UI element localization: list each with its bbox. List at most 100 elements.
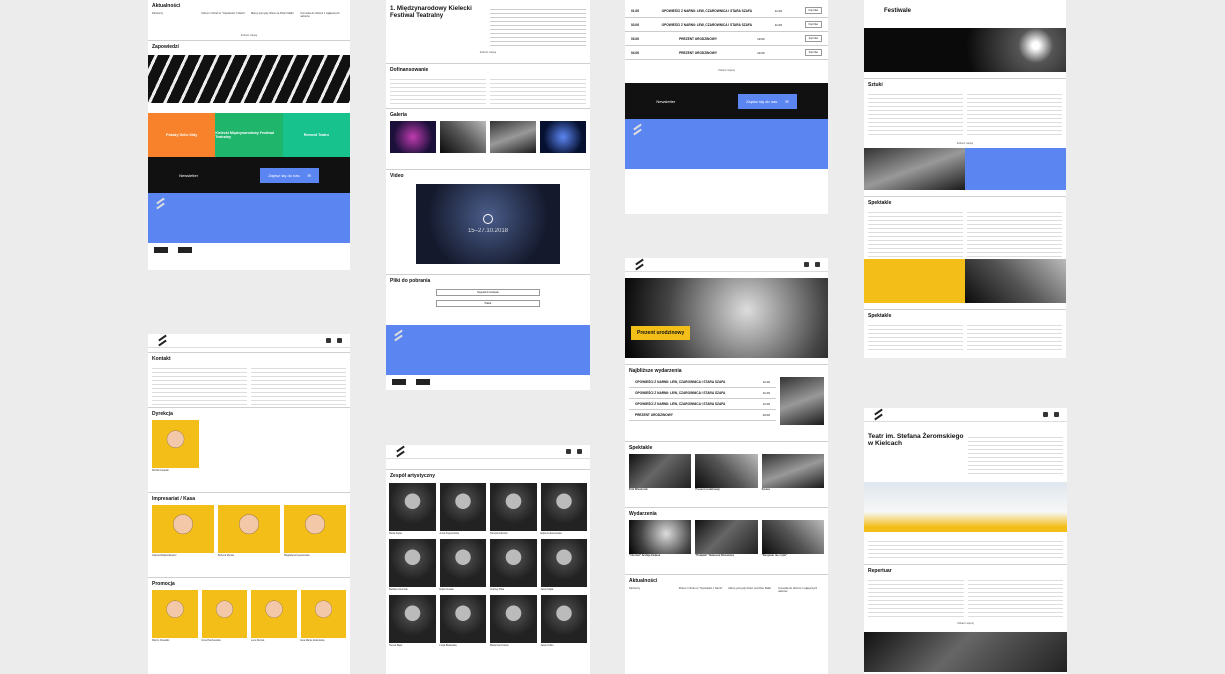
avatar [439, 539, 486, 587]
buy-ticket-button[interactable]: Kup bilet [804, 7, 822, 14]
contact-info [148, 363, 350, 407]
buy-ticket-button[interactable]: Kup bilet [804, 35, 822, 42]
page-preview-theater: Teatr im. Stefana Żeromskiego w Kielcach… [864, 408, 1067, 674]
promo-tile[interactable]: Kielecki Międzynarodowy Festiwal Teatral… [215, 113, 283, 158]
funding-logos [386, 74, 590, 108]
news-item[interactable]: Partnerzy [629, 587, 675, 594]
event-image[interactable] [780, 377, 824, 425]
promo-tile[interactable]: Pokaży Gelio Kidy [148, 113, 216, 158]
newsletter-bar: Newsletter Zapisz się do nas ✉ [148, 157, 350, 194]
menu-icon[interactable] [1054, 412, 1059, 417]
festival-image[interactable] [864, 28, 1066, 73]
show-card[interactable]: Prezent urodzinowy [695, 454, 758, 491]
avatar [490, 483, 537, 531]
person-card: Michał Kotański [148, 418, 203, 474]
publication-card[interactable]: "Pułapka" Tadeusza Różewicza [695, 520, 758, 557]
team-member[interactable]: Barbara Gierczak [389, 539, 436, 591]
news-item[interactable]: Dzieci z Ubrań to "Opowieści z Narnii" [202, 12, 248, 29]
event-row[interactable]: 03.06 OPOWIEŚCI Z NARNII: LEW, CZAROWNICA… [625, 18, 828, 32]
event-row[interactable]: 03.06 PREZENT URODZINOWY 19:00 Kup bilet [625, 32, 828, 46]
sponsor-logo [178, 247, 192, 254]
see-more-link[interactable]: Zobacz więcej [864, 139, 1066, 148]
see-more-link[interactable]: Zobacz więcej [148, 31, 350, 40]
announcements-heading: Zapowiedzi [148, 40, 350, 51]
team-member[interactable]: Łucja Bielawska [439, 595, 486, 647]
subscribe-button[interactable]: Zapisz się do nas ✉ [260, 167, 319, 183]
contact-heading: Kontakt [148, 352, 350, 363]
avatar [300, 590, 346, 638]
logo-icon[interactable] [633, 260, 647, 270]
team-member[interactable]: Edyta Łukaszewska [540, 483, 587, 535]
menu-icon[interactable] [337, 338, 342, 343]
team-heading: Zespół artystyczny [386, 469, 590, 480]
news-item[interactable]: Komedia do złożoni z najlepszych aktorów [778, 587, 824, 594]
buy-ticket-button[interactable]: Kup bilet [804, 21, 822, 28]
art-image[interactable] [864, 148, 965, 191]
play-icon[interactable] [483, 214, 493, 224]
show-card[interactable]: Król Wiewiórek [629, 454, 692, 491]
avatar [201, 590, 247, 638]
publication-card[interactable]: "Bergman nie z tyłu" [761, 520, 824, 557]
upcoming-list: OPOWIEŚCI Z NARNII: LEW, CZAROWNICA I ST… [629, 377, 776, 425]
show-image [629, 454, 692, 488]
shows-image[interactable] [965, 259, 1066, 304]
gallery-thumb[interactable] [440, 121, 486, 153]
see-more-link[interactable]: Zobacz więcej [386, 48, 590, 57]
repertoire-image[interactable] [864, 632, 1067, 672]
show-card[interactable]: Zaraza [761, 454, 824, 491]
download-button[interactable]: Plakat [436, 300, 540, 307]
buy-ticket-button[interactable]: Kup bilet [804, 49, 822, 56]
menu-icon[interactable] [815, 262, 820, 267]
envelope-icon: ✉ [307, 172, 311, 178]
team-member[interactable]: Anna Pogorzelska [439, 483, 486, 535]
news-item[interactable]: Komedia do złożoni z najlepszych aktorów [301, 12, 347, 29]
see-more-link[interactable]: Zobacz więcej [864, 619, 1067, 628]
logo-icon[interactable] [394, 447, 408, 457]
gallery-thumb[interactable] [390, 121, 436, 153]
news-item[interactable]: Dzieci z Ubrań to "Opowieści z Narnii" [679, 587, 725, 594]
team-member[interactable]: Andrzej Plata [490, 539, 537, 591]
event-row[interactable]: OPOWIEŚCI Z NARNII: LEW, CZAROWNICA I ST… [629, 388, 776, 399]
search-icon[interactable] [566, 449, 571, 454]
publication-card[interactable]: "Internat" Serhija Żadana [629, 520, 692, 557]
team-member[interactable]: Maria Kaczmarek [490, 595, 537, 647]
see-more-link[interactable]: Zobacz więcej [625, 66, 828, 75]
promo-tile[interactable]: Remont Teatru [282, 113, 350, 158]
menu-icon[interactable] [577, 449, 582, 454]
event-row[interactable]: OPOWIEŚCI Z NARNII: LEW, CZAROWNICA I ST… [629, 399, 776, 410]
page-preview-home: Aktualności Partnerzy Dzieci z Ubrań to … [148, 0, 350, 270]
subscribe-button[interactable]: Zapisz się do nas ✉ [738, 93, 797, 109]
team-member[interactable]: Edyta Nowak [439, 539, 486, 591]
search-icon[interactable] [804, 262, 809, 267]
logo-icon[interactable] [156, 336, 170, 346]
video-player[interactable]: 15–27.10.2018 [416, 184, 560, 264]
logo-icon[interactable] [872, 410, 886, 420]
download-button[interactable]: Regulamin festiwalu [436, 289, 540, 296]
page-preview-team: Zespół artystyczny Marta Zięba Anna Pogo… [386, 445, 590, 674]
event-row[interactable]: 01.06 OPOWIEŚCI Z NARNII: LEW, CZAROWNICA… [625, 4, 828, 18]
hero-image[interactable]: Prezent urodzinowy [625, 278, 828, 358]
announcement-banner[interactable] [148, 55, 350, 104]
page-preview-show: Prezent urodzinowy Najbliższe wydarzenia… [625, 258, 828, 674]
news-list: Partnerzy Dzieci z Ubrań to "Opowieści z… [625, 585, 828, 596]
search-icon[interactable] [326, 338, 331, 343]
shows2-heading: Spektakle [864, 309, 1066, 320]
video-date: 15–27.10.2018 [467, 228, 509, 234]
person-card: Ilona Paczkowska [201, 590, 247, 642]
event-row[interactable]: 04.06 PREZENT URODZINOWY 19:00 Kup bilet [625, 46, 828, 60]
team-member[interactable]: Teresa Bajor [389, 595, 436, 647]
team-member[interactable]: Marta Zięba [389, 483, 436, 535]
team-member[interactable]: Jacek Mąka [540, 539, 587, 591]
news-item[interactable]: Mamy pomysły dzieci na Dzień Matki [251, 12, 297, 29]
event-row[interactable]: PREZENT URODZINOWY 19:00 [629, 410, 776, 421]
search-icon[interactable] [1043, 412, 1048, 417]
team-member[interactable]: Jacek Kubis [540, 595, 587, 647]
event-row[interactable]: OPOWIEŚCI Z NARNII: LEW, CZAROWNICA I ST… [629, 377, 776, 388]
team-member[interactable]: Tamara Kaliszek [490, 483, 537, 535]
theater-image[interactable] [864, 482, 1067, 532]
gallery-thumb[interactable] [490, 121, 536, 153]
avatar [284, 505, 346, 553]
news-item[interactable]: Partnerzy [152, 12, 198, 29]
gallery-thumb[interactable] [540, 121, 586, 153]
news-item[interactable]: Mamy pomysły dzieci na Dzień Matki [729, 587, 775, 594]
